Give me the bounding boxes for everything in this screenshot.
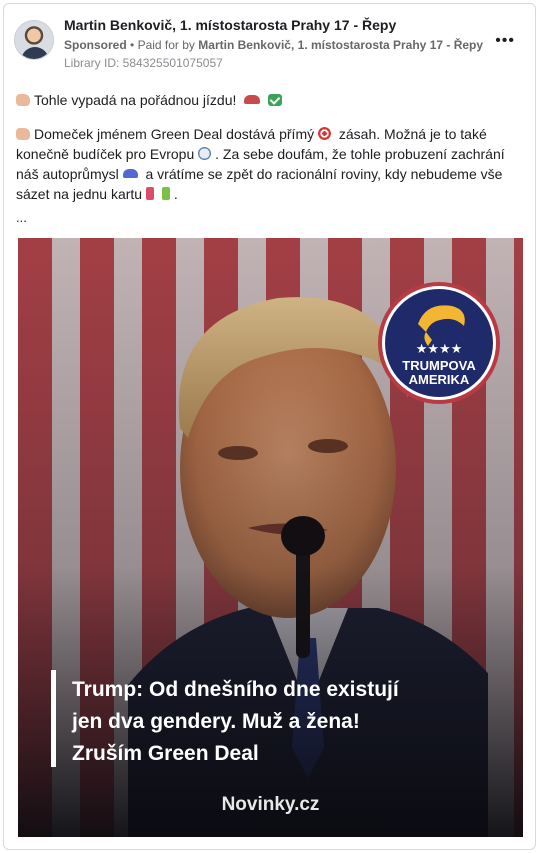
post-header: Martin Benkovič, 1. místostarosta Prahy … [4, 4, 535, 74]
post-paragraph-1: Tohle vypadá na pořádnou jízdu! [16, 90, 528, 110]
post-paragraph-2: Domeček jménem Green Deal dostává přímý … [16, 124, 528, 204]
badge-line-1: TRUMPOVA [402, 358, 476, 373]
badge-line-2: AMERIKA [409, 372, 470, 387]
target-icon [318, 127, 331, 140]
dot-separator: • [130, 38, 138, 52]
image-source: Novinky.cz [221, 794, 320, 815]
trumpova-amerika-badge: ★★★★ TRUMPOVA AMERIKA [378, 282, 500, 404]
check-icon [268, 94, 283, 106]
post-line-1: Tohle vypadá na pořádnou jízdu! [34, 92, 237, 108]
more-options-icon[interactable]: ••• [495, 32, 515, 50]
post-text: Tohle vypadá na pořádnou jízdu! Domeček … [16, 90, 528, 218]
battery-icon [161, 187, 170, 200]
sponsored-label: Sponsored [64, 38, 127, 52]
badge-stars: ★★★★ [416, 342, 463, 357]
caption-line-1: Trump: Od dnešního dne existují [72, 678, 399, 701]
sponsored-line: Sponsored • Paid for by Martin Benkovič,… [64, 38, 483, 52]
post-text-a: Domeček jménem Green Deal dostává přímý [34, 126, 315, 142]
post-text-e: . [173, 186, 178, 202]
library-id: Library ID: 584325501075057 [64, 56, 223, 70]
see-more-ellipsis[interactable]: ... [16, 210, 27, 225]
battery-low-icon [145, 187, 154, 200]
paid-for-name[interactable]: Martin Benkovič, 1. místostarosta Prahy … [198, 38, 483, 52]
car-icon [244, 95, 261, 104]
alarm-clock-icon [198, 147, 212, 160]
electric-car-icon [122, 169, 138, 178]
caption-accent-bar [51, 670, 56, 767]
caption-line-2: jen dva gendery. Muž a žena! [72, 710, 360, 733]
author-name[interactable]: Martin Benkovič, 1. místostarosta Prahy … [64, 17, 396, 33]
ad-post-card: Martin Benkovič, 1. místostarosta Prahy … [3, 3, 536, 850]
paid-for-prefix: Paid for by [137, 38, 195, 52]
raised-hand-icon [16, 94, 30, 106]
avatar[interactable] [14, 20, 54, 60]
avatar-figure [21, 47, 49, 59]
caption-line-3: Zruším Green Deal [72, 742, 259, 765]
pointing-hand-icon [16, 128, 30, 140]
ad-image[interactable]: ★★★★ TRUMPOVA AMERIKA Trump: Od dnešního… [18, 238, 523, 837]
image-caption: Trump: Od dnešního dne existují jen dva … [72, 674, 492, 770]
